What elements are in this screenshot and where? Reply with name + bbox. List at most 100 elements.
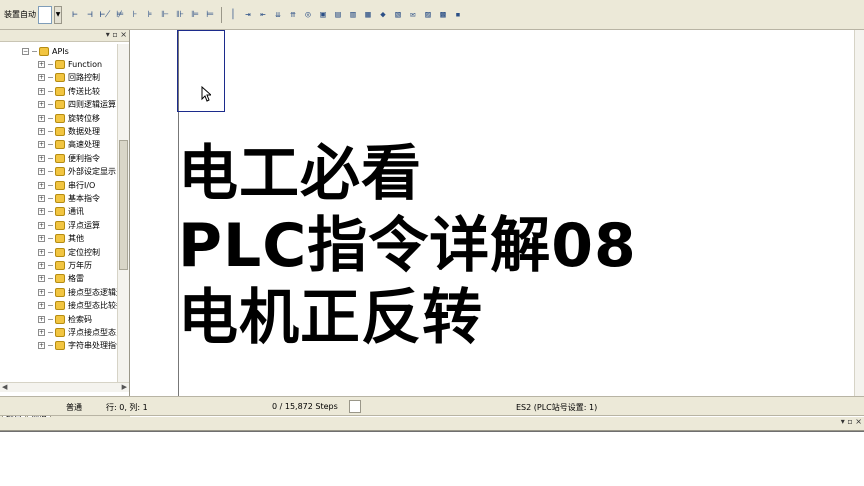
tool-24-icon[interactable]: ▨ bbox=[421, 7, 435, 23]
expand-icon[interactable]: + bbox=[38, 248, 45, 256]
tree-connector bbox=[48, 117, 53, 119]
tool-8-icon[interactable]: ⊪ bbox=[173, 7, 187, 23]
tool-9-icon[interactable]: ⊫ bbox=[188, 7, 202, 23]
tool-13-icon[interactable]: ⇤ bbox=[256, 7, 270, 23]
expand-icon[interactable]: + bbox=[38, 342, 45, 350]
tool-17-icon[interactable]: ▣ bbox=[316, 7, 330, 23]
expand-icon[interactable]: + bbox=[38, 74, 45, 82]
expand-icon[interactable]: + bbox=[38, 288, 45, 296]
expand-icon[interactable]: + bbox=[38, 141, 45, 149]
tool-12-icon[interactable]: ⇥ bbox=[241, 7, 255, 23]
tree-item[interactable]: + 旋转位移 bbox=[38, 113, 100, 124]
tree-item[interactable]: + 高速处理 bbox=[38, 139, 100, 150]
tool-3-icon[interactable]: ⊬ bbox=[98, 7, 112, 23]
expand-icon[interactable]: + bbox=[38, 154, 45, 162]
tool-14-icon[interactable]: ⇊ bbox=[271, 7, 285, 23]
status-position: 行: 0, 列: 1 bbox=[106, 403, 148, 412]
expand-icon[interactable]: + bbox=[38, 221, 45, 229]
tool-19-icon[interactable]: ▥ bbox=[346, 7, 360, 23]
expand-icon[interactable]: + bbox=[38, 315, 45, 323]
tree-item[interactable]: + 外部设定显示 bbox=[38, 166, 116, 177]
tree-item[interactable]: + 数据处理 bbox=[38, 126, 100, 137]
tree-item[interactable]: + 接点型态比较指 bbox=[38, 300, 117, 311]
output-pane-header: ▾ ▫ × bbox=[0, 417, 864, 431]
tree-item[interactable]: + 浮点运算 bbox=[38, 220, 100, 231]
expand-icon[interactable]: + bbox=[38, 262, 45, 269]
collapse-icon[interactable]: − bbox=[22, 48, 29, 55]
status-plc: ES2 (PLC站号设置: 1) bbox=[516, 403, 598, 412]
expand-icon[interactable]: + bbox=[38, 302, 45, 310]
tree-item[interactable]: + 检索码 bbox=[38, 314, 92, 325]
tree-root[interactable]: − APIs bbox=[22, 46, 69, 57]
device-select[interactable] bbox=[38, 5, 52, 24]
expand-icon[interactable]: + bbox=[38, 275, 45, 283]
tool-18-icon[interactable]: ▤ bbox=[331, 7, 345, 23]
expand-icon[interactable]: + bbox=[38, 181, 45, 189]
tree-connector bbox=[48, 345, 53, 347]
tool-23-icon[interactable]: ✉ bbox=[406, 7, 420, 23]
tree-item[interactable]: + 通讯 bbox=[38, 206, 84, 217]
tree-item[interactable]: + 串行I/O bbox=[38, 180, 95, 191]
tree-item[interactable]: + 接点型态逻辑运 bbox=[38, 287, 117, 298]
tool-11-icon[interactable]: │ bbox=[226, 7, 240, 23]
expand-icon[interactable]: + bbox=[38, 101, 45, 109]
expand-icon[interactable]: + bbox=[38, 208, 45, 216]
tool-15-icon[interactable]: ⇈ bbox=[286, 7, 300, 23]
tree-item[interactable]: + 回路控制 bbox=[38, 72, 100, 83]
expand-icon[interactable]: + bbox=[38, 87, 45, 95]
tool-26-icon[interactable]: ▪ bbox=[451, 7, 465, 23]
folder-icon bbox=[55, 314, 65, 324]
folder-icon bbox=[55, 140, 65, 150]
tree-item[interactable]: + 万年历 bbox=[38, 260, 92, 271]
tool-25-icon[interactable]: ▩ bbox=[436, 7, 450, 23]
tree-item[interactable]: + 传送比较 bbox=[38, 86, 100, 97]
tree-item[interactable]: + 浮点接点型态比 bbox=[38, 327, 117, 338]
tool-7-icon[interactable]: ⊩ bbox=[158, 7, 172, 23]
expand-icon[interactable]: + bbox=[38, 168, 45, 176]
tool-6-icon[interactable]: ⊧ bbox=[143, 7, 157, 23]
tool-16-icon[interactable]: ◎ bbox=[301, 7, 315, 23]
tree-item[interactable]: + 定位控制 bbox=[38, 247, 100, 258]
arrow-left-icon[interactable]: ◀ bbox=[2, 383, 7, 391]
tree-connector bbox=[48, 265, 53, 266]
tree-item[interactable]: + 四则逻辑运算 bbox=[38, 99, 116, 110]
title-line-2: PLC指令详解08 bbox=[178, 211, 637, 281]
arrow-right-icon[interactable]: ▶ bbox=[122, 383, 127, 391]
tool-21-icon[interactable]: ◆ bbox=[376, 7, 390, 23]
expand-icon[interactable]: + bbox=[38, 329, 45, 336]
tool-22-icon[interactable]: ▧ bbox=[391, 7, 405, 23]
tool-20-icon[interactable]: ▦ bbox=[361, 7, 375, 23]
expand-icon[interactable]: + bbox=[38, 128, 45, 135]
scroll-thumb[interactable] bbox=[119, 140, 128, 270]
tree-connector bbox=[48, 238, 53, 240]
chevron-down-icon[interactable]: ▼ bbox=[54, 5, 62, 24]
pane-buttons[interactable]: ▾ ▫ × bbox=[106, 30, 127, 39]
tree-item[interactable]: + 其他 bbox=[38, 233, 84, 244]
editor-vertical-scrollbar[interactable] bbox=[854, 30, 864, 396]
tree-item[interactable]: + 基本指令 bbox=[38, 193, 100, 204]
tree-connector bbox=[48, 77, 53, 79]
tree-item[interactable]: + 字符串处理指令 bbox=[38, 340, 117, 351]
plc-editor-window: 装置自动 ▼ ⊢ ⊣ ⊬ ⊭ ⊦ ⊧ ⊩ ⊪ ⊫ ⊨ │ ⇥ ⇤ ⇊ ⇈ ◎ ▣ ▤ ▥ ▦ ◆ ▧ ✉ ▨ ▩ ▪ ▾ ▫ × … bbox=[0, 0, 864, 486]
tool-4-icon[interactable]: ⊭ bbox=[113, 7, 127, 23]
expand-icon[interactable]: + bbox=[38, 235, 45, 243]
tool-10-icon[interactable]: ⊨ bbox=[203, 7, 217, 23]
output-pane-buttons[interactable]: ▾ ▫ × bbox=[841, 417, 862, 426]
expand-icon[interactable]: + bbox=[38, 195, 45, 202]
tree-item-label: 传送比较 bbox=[68, 86, 100, 96]
toolbar-buttons: ⊢ ⊣ ⊬ ⊭ ⊦ ⊧ ⊩ ⊪ ⊫ ⊨ │ ⇥ ⇤ ⇊ ⇈ ◎ ▣ ▤ ▥ ▦ ◆ ▧ ✉ ▨ ▩ ▪ bbox=[68, 6, 465, 23]
tree-pane-header: ▾ ▫ × bbox=[0, 30, 129, 42]
tree-item[interactable]: + 便利指令 bbox=[38, 153, 100, 164]
tool-5-icon[interactable]: ⊦ bbox=[128, 7, 142, 23]
tree-connector bbox=[48, 251, 53, 253]
expand-icon[interactable]: + bbox=[38, 114, 45, 122]
tree-item[interactable]: + 格雷 bbox=[38, 273, 84, 284]
tree-item[interactable]: + Function bbox=[38, 59, 102, 70]
api-tree: − APIs + Function + 回路控制 + 传送比较 + 四则逻辑运算 + 旋转位移 + 数据处… bbox=[0, 44, 117, 382]
tool-1-icon[interactable]: ⊢ bbox=[68, 7, 82, 23]
tree-horizontal-scrollbar[interactable]: ◀ ▶ bbox=[0, 382, 129, 392]
tool-2-icon[interactable]: ⊣ bbox=[83, 7, 97, 23]
expand-icon[interactable]: + bbox=[38, 61, 45, 68]
tree-vertical-scrollbar[interactable] bbox=[117, 44, 129, 382]
status-steps: 0 / 15,872 Steps bbox=[272, 402, 338, 411]
